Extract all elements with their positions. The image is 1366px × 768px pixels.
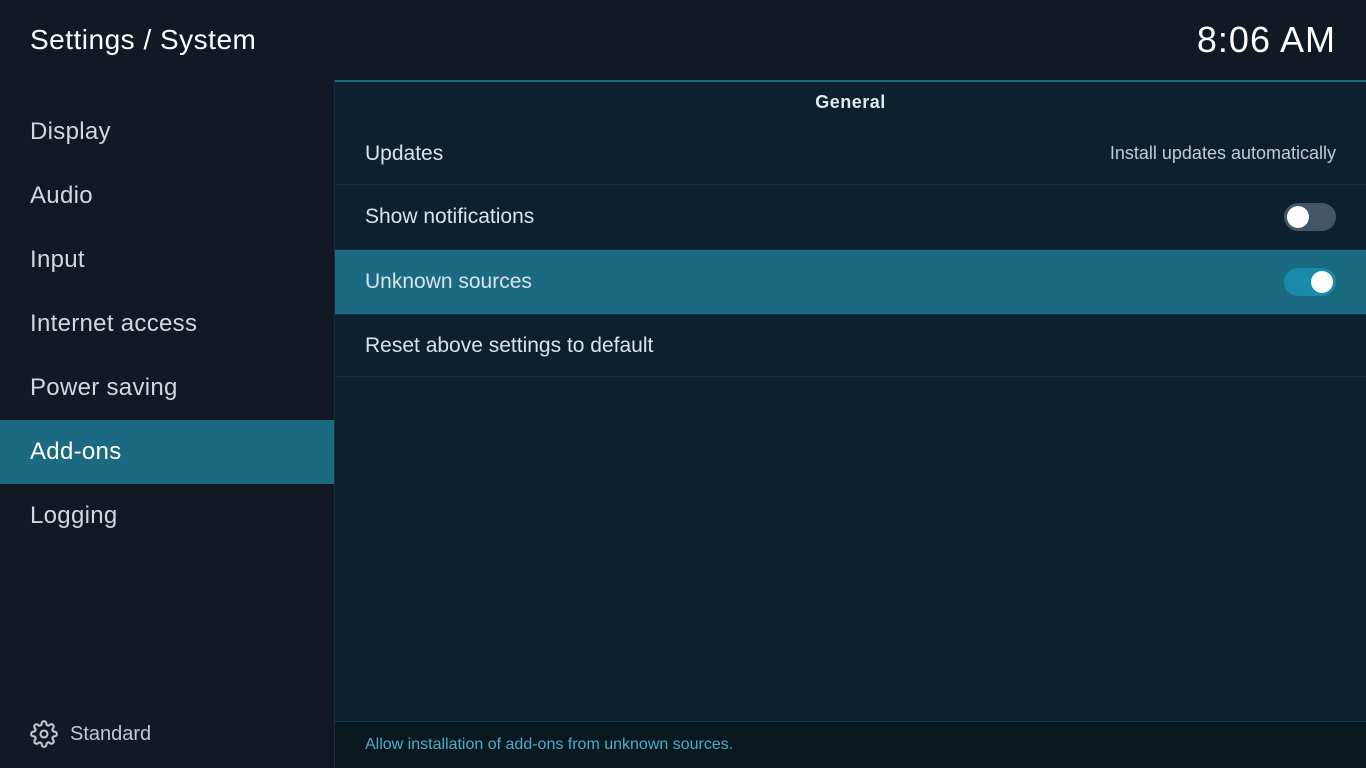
sidebar-footer[interactable]: Standard xyxy=(0,700,334,768)
clock: 8:06 AM xyxy=(1197,19,1336,61)
section-title: General xyxy=(815,92,886,112)
section-header: General xyxy=(335,80,1366,123)
sidebar-item-add-ons[interactable]: Add-ons xyxy=(0,420,334,484)
header: Settings / System 8:06 AM xyxy=(0,0,1366,80)
setting-label-updates: Updates xyxy=(365,142,443,166)
settings-level-label: Standard xyxy=(70,723,151,746)
setting-label-reset-settings: Reset above settings to default xyxy=(365,334,653,358)
content-footer: Allow installation of add-ons from unkno… xyxy=(335,721,1366,768)
setting-label-show-notifications: Show notifications xyxy=(365,205,534,229)
sidebar-item-logging[interactable]: Logging xyxy=(0,484,334,548)
toggle-show-notifications[interactable] xyxy=(1284,203,1336,231)
page-title: Settings / System xyxy=(30,24,256,56)
setting-value-updates: Install updates automatically xyxy=(1110,143,1336,164)
content-area: General Updates Install updates automatic… xyxy=(335,80,1366,768)
setting-label-unknown-sources: Unknown sources xyxy=(365,270,532,294)
toggle-unknown-sources[interactable] xyxy=(1284,268,1336,296)
footer-hint: Allow installation of add-ons from unkno… xyxy=(365,736,733,753)
toggle-knob-unknown-sources xyxy=(1311,271,1333,293)
sidebar-item-display[interactable]: Display xyxy=(0,100,334,164)
setting-row-unknown-sources[interactable]: Unknown sources xyxy=(335,250,1366,315)
sidebar: DisplayAudioInputInternet accessPower sa… xyxy=(0,80,335,768)
sidebar-item-power-saving[interactable]: Power saving xyxy=(0,356,334,420)
toggle-knob-show-notifications xyxy=(1287,206,1309,228)
setting-row-updates[interactable]: Updates Install updates automatically xyxy=(335,123,1366,185)
sidebar-item-input[interactable]: Input xyxy=(0,228,334,292)
sidebar-item-audio[interactable]: Audio xyxy=(0,164,334,228)
settings-list: Updates Install updates automatically Show… xyxy=(335,123,1366,721)
gear-icon xyxy=(30,720,58,748)
sidebar-nav: DisplayAudioInputInternet accessPower sa… xyxy=(0,80,334,548)
main-layout: DisplayAudioInputInternet accessPower sa… xyxy=(0,80,1366,768)
sidebar-item-internet-access[interactable]: Internet access xyxy=(0,292,334,356)
setting-row-show-notifications[interactable]: Show notifications xyxy=(335,185,1366,250)
setting-row-reset-settings[interactable]: Reset above settings to default xyxy=(335,315,1366,377)
